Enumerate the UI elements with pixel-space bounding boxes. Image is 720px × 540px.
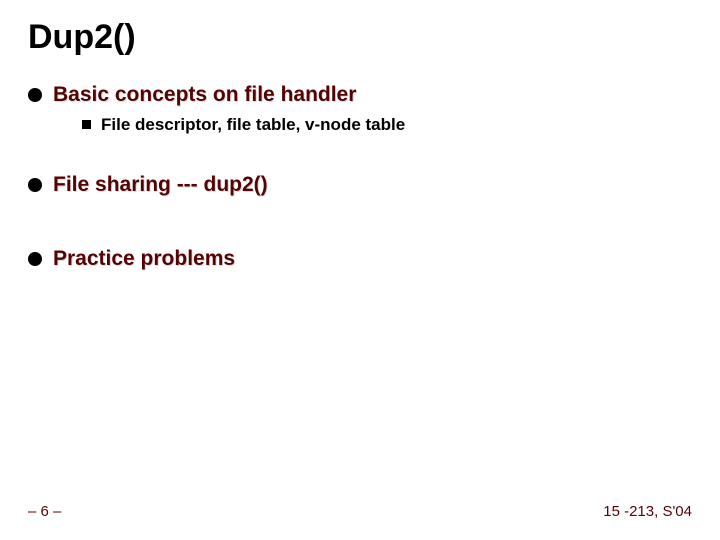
slide: Dup2() Basic concepts on file handler Fi… xyxy=(0,0,720,540)
bullet-item: File sharing --- dup2() xyxy=(28,173,692,197)
course-code: 15 -213, S'04 xyxy=(603,503,692,520)
slide-title: Dup2() xyxy=(28,18,692,57)
page-number: – 6 – xyxy=(28,503,61,520)
sub-bullet-list: File descriptor, file table, v-node tabl… xyxy=(82,115,692,135)
sub-bullet-item: File descriptor, file table, v-node tabl… xyxy=(82,115,692,135)
bullet-dot-icon xyxy=(28,252,42,266)
bullet-text: File sharing --- dup2() xyxy=(53,173,268,197)
bullet-text: Practice problems xyxy=(53,247,235,271)
bullet-square-icon xyxy=(82,120,91,129)
bullet-item: Practice problems xyxy=(28,247,692,271)
sub-bullet-text: File descriptor, file table, v-node tabl… xyxy=(101,115,405,135)
bullet-dot-icon xyxy=(28,178,42,192)
bullet-text: Basic concepts on file handler xyxy=(53,83,356,107)
bullet-list: Basic concepts on file handler File desc… xyxy=(28,83,692,271)
bullet-dot-icon xyxy=(28,88,42,102)
bullet-item: Basic concepts on file handler xyxy=(28,83,692,107)
footer: – 6 – 15 -213, S'04 xyxy=(28,503,692,520)
